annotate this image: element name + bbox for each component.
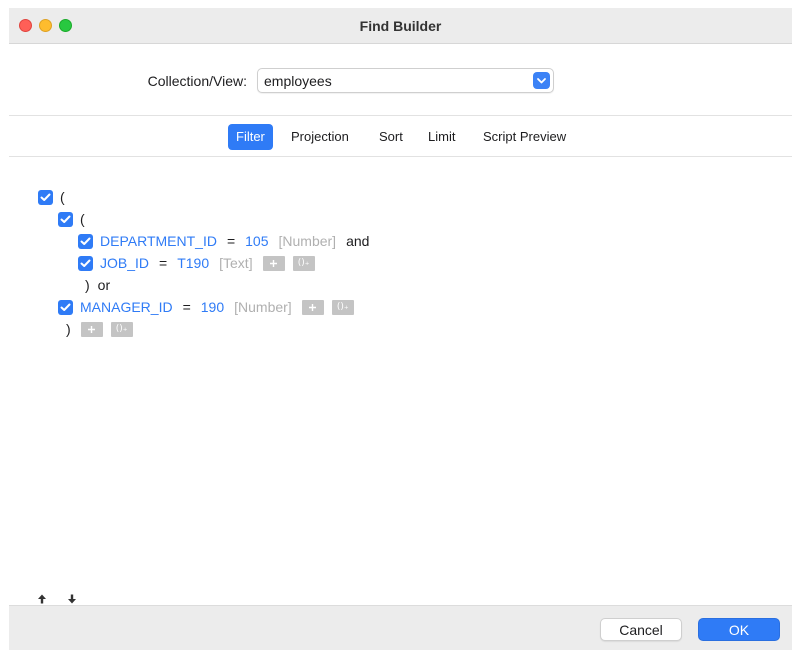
tab-script-preview[interactable]: Script Preview xyxy=(475,124,574,150)
arrow-up-icon[interactable] xyxy=(36,593,48,605)
inner-group-checkbox[interactable] xyxy=(58,211,73,227)
condition-field[interactable]: MANAGER_ID xyxy=(80,299,173,315)
condition-type[interactable]: [Text] xyxy=(219,255,252,271)
inner-group-conjunction[interactable]: or xyxy=(98,277,110,293)
find-builder-window: Find Builder Collection/View: employees … xyxy=(9,8,792,650)
add-condition-button[interactable] xyxy=(301,299,324,315)
condition-value[interactable]: 105 xyxy=(245,233,268,249)
inner-group-close-row: ) or xyxy=(85,274,110,296)
condition-type[interactable]: [Number] xyxy=(279,233,337,249)
plus-icon xyxy=(308,303,316,311)
add-group-icon[interactable]: ()₊ xyxy=(292,255,315,271)
condition-field[interactable]: DEPARTMENT_ID xyxy=(100,233,217,249)
window-title: Find Builder xyxy=(359,18,442,34)
inner-group-open-row: ( xyxy=(58,208,85,230)
tab-limit[interactable]: Limit xyxy=(420,124,463,150)
plus-icon xyxy=(269,259,277,267)
condition-value[interactable]: T190 xyxy=(177,255,209,271)
arrow-down-icon[interactable] xyxy=(66,593,78,605)
title-bar: Find Builder xyxy=(9,8,792,44)
outer-close-paren: ) xyxy=(66,321,71,337)
condition-operator[interactable]: = xyxy=(159,255,167,271)
condition-operator[interactable]: = xyxy=(227,233,235,249)
condition-operator[interactable]: = xyxy=(183,299,191,315)
plus-icon xyxy=(87,325,95,333)
outer-group-close-row: ) ()₊ xyxy=(66,318,133,340)
condition-row-department: DEPARTMENT_ID = 105 [Number] and xyxy=(78,230,369,252)
add-condition-button[interactable] xyxy=(262,255,285,271)
add-group-icon[interactable]: ()₊ xyxy=(110,321,133,337)
collection-label: Collection/View: xyxy=(147,73,247,89)
condition-row-manager: MANAGER_ID = 190 [Number] ()₊ xyxy=(58,296,354,318)
condition-checkbox-manager[interactable] xyxy=(58,299,73,315)
collection-select[interactable]: employees xyxy=(257,68,554,93)
condition-checkbox-job[interactable] xyxy=(78,255,93,271)
tab-filter[interactable]: Filter xyxy=(228,124,273,150)
outer-group-checkbox[interactable] xyxy=(38,189,53,205)
ok-button[interactable]: OK xyxy=(698,618,780,641)
condition-value[interactable]: 190 xyxy=(201,299,224,315)
inner-close-paren: ) xyxy=(85,277,90,293)
chevron-down-icon[interactable] xyxy=(533,72,550,89)
tabs-divider xyxy=(9,156,792,157)
add-condition-button[interactable] xyxy=(80,321,103,337)
condition-row-job: JOB_ID = T190 [Text] ()₊ xyxy=(78,252,315,274)
condition-type[interactable]: [Number] xyxy=(234,299,292,315)
cancel-button[interactable]: Cancel xyxy=(600,618,682,641)
header-divider xyxy=(9,115,792,116)
condition-field[interactable]: JOB_ID xyxy=(100,255,149,271)
tab-sort[interactable]: Sort xyxy=(371,124,411,150)
outer-open-paren: ( xyxy=(60,189,65,205)
inner-open-paren: ( xyxy=(80,211,85,227)
tab-bar: Filter Projection Sort Limit Script Prev… xyxy=(9,124,792,150)
tab-projection[interactable]: Projection xyxy=(283,124,357,150)
condition-conjunction[interactable]: and xyxy=(346,233,369,249)
footer-bar: Cancel OK xyxy=(9,605,792,650)
outer-group-open-row: ( xyxy=(38,186,65,208)
collection-value: employees xyxy=(264,73,332,89)
condition-checkbox-department[interactable] xyxy=(78,233,93,249)
add-group-icon[interactable]: ()₊ xyxy=(331,299,354,315)
